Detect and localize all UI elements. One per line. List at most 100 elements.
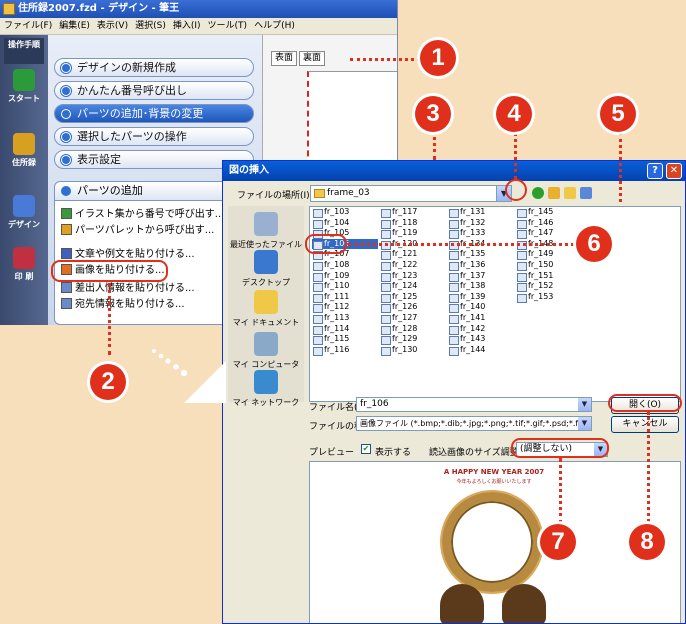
list-item[interactable]: fr_122 — [380, 260, 446, 271]
parts-item-sender[interactable]: 差出人情報を貼り付ける... — [61, 282, 195, 296]
design-icon — [13, 195, 35, 217]
list-item[interactable]: fr_111 — [312, 292, 378, 303]
highlight-ring — [305, 234, 347, 254]
list-item[interactable]: fr_110 — [312, 281, 378, 292]
panel-bullet-icon — [61, 186, 71, 196]
list-item[interactable]: fr_125 — [380, 292, 446, 303]
lookin-select[interactable]: frame_03 ▼ — [310, 185, 512, 202]
list-item[interactable]: fr_127 — [380, 313, 446, 324]
list-item[interactable]: fr_129 — [380, 334, 446, 345]
menu-file[interactable]: ファイル(F) — [4, 21, 52, 31]
list-item[interactable]: fr_124 — [380, 281, 446, 292]
list-item[interactable]: fr_140 — [448, 302, 514, 313]
place-desktop[interactable]: デスクトップ — [228, 250, 304, 288]
app-icon — [3, 3, 15, 15]
parts-item-label: 文章や例文を貼り付ける... — [75, 249, 195, 260]
place-documents[interactable]: マイ ドキュメント — [228, 290, 304, 328]
list-item[interactable]: fr_132 — [448, 218, 514, 229]
filetype-select[interactable]: 画像ファイル (*.bmp;*.dib;*.jpg;*.png;*.tif;*.… — [356, 416, 592, 431]
view-menu-icon[interactable] — [580, 187, 592, 199]
list-item[interactable]: fr_126 — [380, 302, 446, 313]
menu-insert[interactable]: 挿入(I) — [173, 21, 201, 31]
step-quick-number[interactable]: かんたん番号呼び出し — [54, 81, 254, 100]
list-item[interactable]: fr_121 — [380, 249, 446, 260]
parts-item-recipient[interactable]: 宛先情報を貼り付ける... — [61, 298, 185, 312]
list-item[interactable]: fr_138 — [448, 281, 514, 292]
list-item[interactable]: fr_128 — [380, 324, 446, 335]
step-new-design[interactable]: デザインの新規作成 — [54, 58, 254, 77]
leader-line — [559, 458, 562, 524]
help-button[interactable]: ? — [647, 163, 663, 179]
mode-strip: 操作手順 スタート 住所録 デザイン 印 刷 — [0, 35, 48, 325]
place-recent[interactable]: 最近使ったファイル — [228, 212, 304, 250]
place-label: デスクトップ — [242, 278, 290, 287]
menu-view[interactable]: 表示(V) — [97, 21, 128, 31]
parts-item-palette[interactable]: パーツパレットから呼び出す... — [61, 224, 214, 238]
mode-start[interactable]: スタート — [2, 69, 46, 104]
list-item[interactable]: fr_137 — [448, 271, 514, 282]
step-selected-parts[interactable]: 選択したパーツの操作 — [54, 127, 254, 146]
list-item[interactable]: fr_143 — [448, 334, 514, 345]
show-label: 表示する — [375, 448, 412, 458]
list-item[interactable]: fr_119 — [380, 228, 446, 239]
tab-back[interactable]: 裏面 — [299, 51, 326, 66]
list-item[interactable]: fr_144 — [448, 345, 514, 356]
step-bullet-icon — [61, 86, 71, 96]
list-item[interactable]: fr_117 — [380, 207, 446, 218]
list-item[interactable]: fr_104 — [312, 218, 378, 229]
list-item[interactable]: fr_151 — [516, 271, 582, 282]
chevron-down-icon[interactable]: ▼ — [578, 398, 591, 411]
list-item[interactable]: fr_142 — [448, 324, 514, 335]
back-icon[interactable] — [532, 187, 544, 199]
chevron-down-icon[interactable]: ▼ — [578, 417, 591, 430]
new-folder-icon[interactable] — [564, 187, 576, 199]
list-item[interactable]: fr_139 — [448, 292, 514, 303]
list-item[interactable]: fr_108 — [312, 260, 378, 271]
mode-print[interactable]: 印 刷 — [2, 247, 46, 282]
list-item[interactable]: fr_153 — [516, 292, 582, 303]
menu-edit[interactable]: 編集(E) — [59, 21, 90, 31]
mode-design-label: デザイン — [8, 220, 40, 229]
menu-tools[interactable]: ツール(T) — [208, 21, 248, 31]
step-add-parts[interactable]: パーツの追加･背景の変更 — [54, 104, 254, 123]
mode-design[interactable]: デザイン — [2, 195, 46, 230]
filename-field[interactable]: fr_106 ▼ — [356, 397, 592, 412]
list-item[interactable]: fr_150 — [516, 260, 582, 271]
highlight-ring — [608, 394, 682, 412]
list-item[interactable]: fr_109 — [312, 271, 378, 282]
list-item[interactable]: fr_141 — [448, 313, 514, 324]
list-item[interactable]: fr_113 — [312, 313, 378, 324]
list-item[interactable]: fr_112 — [312, 302, 378, 313]
place-computer[interactable]: マイ コンピュータ — [228, 332, 304, 370]
list-item[interactable]: fr_133 — [448, 228, 514, 239]
list-item[interactable]: fr_123 — [380, 271, 446, 282]
list-item[interactable]: fr_145 — [516, 207, 582, 218]
show-preview-checkbox[interactable]: ✔ — [361, 444, 371, 454]
list-item[interactable]: fr_152 — [516, 281, 582, 292]
list-item[interactable]: fr_118 — [380, 218, 446, 229]
menu-help[interactable]: ヘルプ(H) — [254, 21, 295, 31]
list-item[interactable]: fr_116 — [312, 345, 378, 356]
leader-line — [433, 130, 436, 160]
list-item[interactable]: fr_136 — [448, 260, 514, 271]
step-label: かんたん番号呼び出し — [77, 84, 187, 97]
list-item[interactable]: fr_115 — [312, 334, 378, 345]
list-item[interactable]: fr_131 — [448, 207, 514, 218]
place-network[interactable]: マイ ネットワーク — [228, 370, 304, 408]
list-item[interactable]: fr_147 — [516, 228, 582, 239]
up-folder-icon[interactable] — [548, 187, 560, 199]
list-item[interactable]: fr_130 — [380, 345, 446, 356]
list-item[interactable]: fr_103 — [312, 207, 378, 218]
mode-addressbook[interactable]: 住所録 — [2, 133, 46, 168]
step-bullet-icon — [61, 155, 71, 165]
list-item[interactable]: fr_114 — [312, 324, 378, 335]
list-item[interactable]: fr_146 — [516, 218, 582, 229]
print-icon — [13, 247, 35, 269]
cancel-button[interactable]: キャンセル — [611, 416, 679, 433]
menu-select[interactable]: 選択(S) — [135, 21, 166, 31]
close-icon[interactable]: ✕ — [666, 163, 682, 179]
list-item[interactable]: fr_149 — [516, 249, 582, 260]
list-item[interactable]: fr_135 — [448, 249, 514, 260]
tab-front[interactable]: 表面 — [271, 51, 298, 66]
parts-item-illustration[interactable]: イラスト集から番号で呼び出す... — [61, 208, 224, 222]
